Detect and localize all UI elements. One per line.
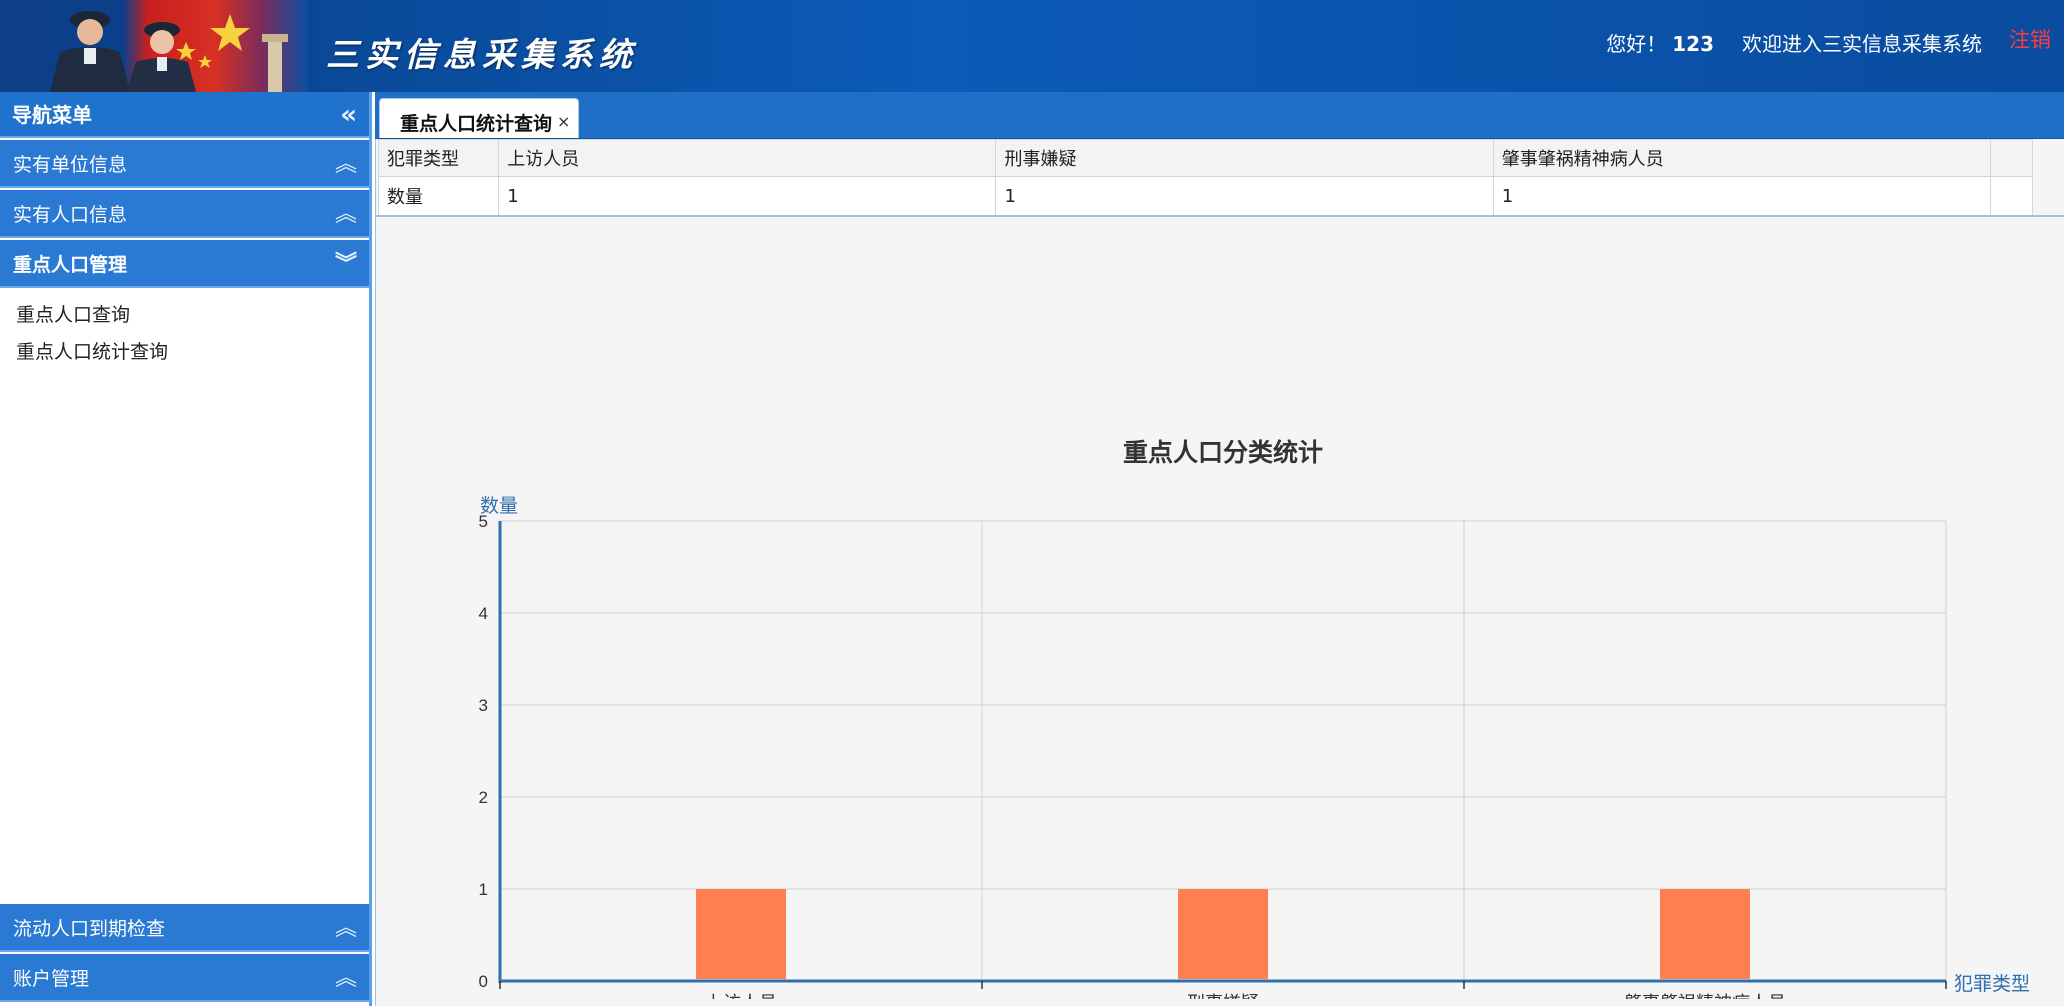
chevrons-up-icon[interactable]: ︽ xyxy=(335,190,357,240)
bar xyxy=(1660,889,1750,979)
sidebar-item-key-population-stats[interactable]: 重点人口统计查询 xyxy=(16,337,168,364)
panel-label: 流动人口到期检查 xyxy=(13,918,166,940)
table-cell: 数量 xyxy=(377,176,500,216)
bar xyxy=(696,889,786,979)
x-tick-label: 刑事嫌疑 xyxy=(1187,993,1259,999)
stats-table: 犯罪类型 上访人员 刑事嫌疑 肇事肇祸精神病人员 数量 1 1 1 xyxy=(377,139,2034,216)
chart-plot-area: 0 1 2 3 4 5 上访人员 刑事嫌疑 肇事肇祸精神病人员 xyxy=(479,512,1947,999)
table-header-cell: 上访人员 xyxy=(498,139,997,177)
bar-chart: 重点人口分类统计 数量 犯罪类型 012345上访人员刑事嫌疑肇事肇祸精神病人员 xyxy=(479,438,2030,999)
collapse-sidebar-icon[interactable]: « xyxy=(340,92,357,138)
app-title: 三实信息采集系统 xyxy=(326,35,638,74)
x-tick-label: 肇事肇祸精神病人员 xyxy=(1624,993,1786,999)
sidebar-panel-population[interactable]: 实有人口信息 ︽ xyxy=(0,190,369,238)
tab-label: 重点人口统计查询 xyxy=(400,113,553,135)
chevrons-up-icon[interactable]: ︽ xyxy=(335,140,357,190)
welcome-message: 欢迎进入三实信息采集系统 xyxy=(1742,32,1982,56)
greeting-text: 您好！ xyxy=(1606,32,1667,56)
table-header-cell: 刑事嫌疑 xyxy=(995,139,1494,177)
table-header-cell: 犯罪类型 xyxy=(377,139,500,177)
header-banner xyxy=(0,0,308,92)
table-header-cell: 肇事肇祸精神病人员 xyxy=(1492,139,1991,177)
x-tick-label: 上访人员 xyxy=(705,993,777,999)
table-cell-filler xyxy=(1989,176,2034,216)
sidebar-item-key-population-query[interactable]: 重点人口查询 xyxy=(16,300,130,327)
police-flag-emblem xyxy=(50,11,288,92)
main-content: 犯罪类型 上访人员 刑事嫌疑 肇事肇祸精神病人员 数量 1 1 1 重点人口分类… xyxy=(375,139,2064,1006)
sidebar-header: 导航菜单 « xyxy=(0,92,369,138)
sidebar-panel-floating-population[interactable]: 流动人口到期检查 ︽ xyxy=(0,904,369,952)
panel-label: 账户管理 xyxy=(13,968,90,990)
app-header: 三实信息采集系统 您好！ 123 欢迎进入三实信息采集系统 注销 xyxy=(0,0,2064,92)
panel-label: 实有人口信息 xyxy=(13,204,128,226)
username: 123 xyxy=(1672,32,1714,56)
table-cell: 1 xyxy=(1492,176,1991,216)
chevrons-down-icon[interactable]: ︾ xyxy=(335,240,357,290)
sidebar-title: 导航菜单 xyxy=(12,103,92,127)
y-tick-label: 5 xyxy=(479,512,488,531)
sidebar-panel-units[interactable]: 实有单位信息 ︽ xyxy=(0,140,369,188)
y-tick-label: 4 xyxy=(479,604,488,623)
table-row: 数量 1 1 1 xyxy=(377,176,2034,216)
y-tick-label: 2 xyxy=(479,788,488,807)
sidebar-panel-key-population[interactable]: 重点人口管理 ︾ xyxy=(0,240,369,288)
table-header-filler xyxy=(1989,139,2034,177)
y-tick-label: 1 xyxy=(479,880,488,899)
panel-label: 重点人口管理 xyxy=(13,254,128,276)
chevrons-up-icon[interactable]: ︽ xyxy=(335,904,357,954)
y-tick-label: 0 xyxy=(479,972,488,991)
logout-link[interactable]: 注销 xyxy=(2009,24,2051,54)
table-cell: 1 xyxy=(995,176,1494,216)
user-greeting: 您好！ 123 xyxy=(1606,28,1714,57)
table-divider xyxy=(376,215,2064,217)
chevrons-up-icon[interactable]: ︽ xyxy=(335,954,357,1004)
y-tick-label: 3 xyxy=(479,696,488,715)
sidebar: 导航菜单 « 实有单位信息 ︽ 实有人口信息 ︽ 重点人口管理 ︾ 重点人口查询… xyxy=(0,92,372,1006)
tab-key-population-stats[interactable]: 重点人口统计查询 × xyxy=(379,98,579,138)
table-header-row: 犯罪类型 上访人员 刑事嫌疑 肇事肇祸精神病人员 xyxy=(377,139,2034,177)
tab-bar: 重点人口统计查询 × xyxy=(375,92,2064,140)
table-cell: 1 xyxy=(498,176,997,216)
close-icon[interactable]: × xyxy=(557,112,570,131)
bar xyxy=(1178,889,1268,979)
chart-title: 重点人口分类统计 xyxy=(1123,438,1323,467)
sidebar-panel-account[interactable]: 账户管理 ︽ xyxy=(0,954,369,1002)
panel-label: 实有单位信息 xyxy=(13,154,128,176)
x-axis-label: 犯罪类型 xyxy=(1954,973,2030,995)
